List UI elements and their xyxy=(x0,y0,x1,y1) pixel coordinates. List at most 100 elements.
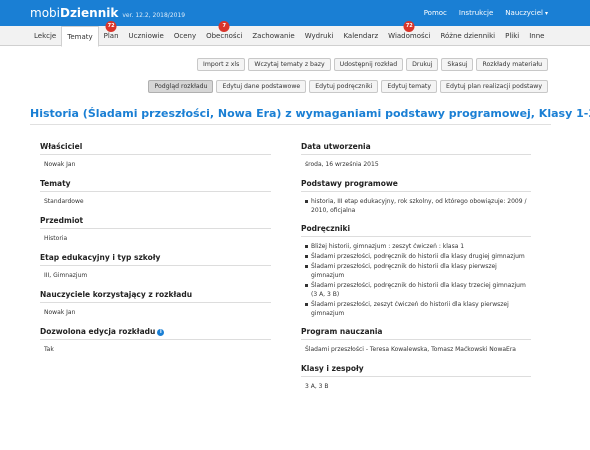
tab-label: Uczniowie xyxy=(128,32,164,40)
tab-plan[interactable]: Plan 72 xyxy=(99,21,124,46)
topics-field: Tematy Standardowe xyxy=(40,179,271,214)
teachers-label: Nauczyciele korzystający z rozkładu xyxy=(40,290,271,303)
info-icon[interactable]: i xyxy=(157,328,165,336)
main-nav: Lekcje Tematy Plan 72 Uczniowie Oceny Obecnośc… xyxy=(0,21,590,47)
stage-value: III, Gimnazjum xyxy=(44,272,88,279)
user-menu-label: Nauczyciel xyxy=(505,9,543,17)
drukuj-button[interactable]: Drukuj xyxy=(406,58,439,71)
created-field: Data utworzenia środa, 16 września 2015 xyxy=(301,142,531,177)
tab-label: Plan xyxy=(103,32,119,40)
tab-list: Lekcje Tematy Plan 72 Uczniowie Oceny Obecnośc… xyxy=(29,21,549,47)
created-value: środa, 16 września 2015 xyxy=(305,161,379,168)
owner-value: Nowak Jan xyxy=(44,161,76,168)
edit-label-row: Dozwolona edycja rozkładu i xyxy=(40,327,271,340)
tab-rozne-dzienniki[interactable]: Różne dzienniki xyxy=(435,26,500,46)
books-label: Podręczniki xyxy=(301,224,531,237)
tab-uczniowie[interactable]: Uczniowie xyxy=(124,26,169,46)
topics-value: Standardowe xyxy=(44,198,84,205)
notification-badge: 72 xyxy=(105,21,117,32)
list-item: historia, III etap edukacyjny, rok szkol… xyxy=(305,197,527,215)
edytuj-dane-podstawowe-button[interactable]: Edytuj dane podstawowe xyxy=(216,80,307,93)
podglad-rozkladu-button[interactable]: Podgląd rozkładu xyxy=(148,80,214,93)
basis-label: Podstawy programowe xyxy=(301,179,531,192)
edytuj-tematy-button[interactable]: Edytuj tematy xyxy=(381,80,438,93)
list-item: Śladami przeszłości, podręcznik do histo… xyxy=(305,281,527,299)
tab-pliki[interactable]: Pliki xyxy=(500,26,524,46)
page-title: Historia (Śladami przeszłości, Nowa Era)… xyxy=(30,107,590,120)
toolbar-view: Podgląd rozkładu Edytuj dane podstawowe Ed… xyxy=(148,80,548,93)
classes-label: Klasy i zespoły xyxy=(301,364,531,377)
stage-label: Etap edukacyjny i typ szkoły xyxy=(40,253,271,266)
tab-wydruki[interactable]: Wydruki xyxy=(300,26,339,46)
program-field: Program nauczania Śladami przeszłości - … xyxy=(301,327,531,362)
program-value: Śladami przeszłości - Teresa Kowalewska,… xyxy=(305,346,516,353)
wczytaj-tematy-z-bazy-button[interactable]: Wczytaj tematy z bazy xyxy=(248,58,331,71)
brand-part2: Dziennik xyxy=(59,6,119,20)
tab-zachowanie[interactable]: Zachowanie xyxy=(247,26,299,46)
user-menu[interactable]: Nauczyciel ▾ xyxy=(505,9,548,17)
tab-label: Wiadomości xyxy=(388,32,431,40)
owner-label: Właściciel xyxy=(40,142,271,155)
tab-lekcje[interactable]: Lekcje xyxy=(29,26,61,46)
title-divider xyxy=(30,124,551,125)
tab-label: Oceny xyxy=(173,32,197,40)
teachers-value: Nowak Jan xyxy=(44,309,76,316)
header-links: Pomoc Instrukcje Nauczyciel ▾ xyxy=(424,9,548,17)
top-header: mobiDziennik ver. 12.2, 2018/2019 Pomoc I… xyxy=(0,0,590,26)
owner-field: Właściciel Nowak Jan xyxy=(40,142,271,177)
list-item: Śladami przeszłości, podręcznik do histo… xyxy=(305,252,527,261)
basis-field: Podstawy programowe historia, III etap e… xyxy=(301,179,531,222)
tab-wiadomosci[interactable]: Wiadomości 72 xyxy=(383,21,435,46)
app-logo[interactable]: mobiDziennik ver. 12.2, 2018/2019 xyxy=(30,6,185,20)
edytuj-podreczniki-button[interactable]: Edytuj podręczniki xyxy=(309,80,379,93)
instructions-link[interactable]: Instrukcje xyxy=(459,9,493,17)
basis-list: historia, III etap edukacyjny, rok szkol… xyxy=(301,192,531,222)
tab-label: Tematy xyxy=(67,33,93,41)
created-label: Data utworzenia xyxy=(301,142,531,155)
caret-down-icon: ▾ xyxy=(544,10,548,17)
tab-label: Zachowanie xyxy=(252,32,295,40)
details-right: Data utworzenia środa, 16 września 2015 … xyxy=(301,142,531,401)
classes-value: 3 A, 3 B xyxy=(305,383,329,390)
tab-tematy[interactable]: Tematy xyxy=(61,26,99,47)
tab-oceny[interactable]: Oceny xyxy=(169,26,201,46)
books-list: Bliżej historii, gimnazjum : zeszyt ćwic… xyxy=(301,237,531,325)
program-label: Program nauczania xyxy=(301,327,531,340)
tab-kalendarz[interactable]: Kalendarz xyxy=(338,26,383,46)
subject-field: Przedmiot Historia xyxy=(40,216,271,251)
topics-label: Tematy xyxy=(40,179,271,192)
help-link[interactable]: Pomoc xyxy=(424,9,447,17)
import-z-xls-button[interactable]: Import z xls xyxy=(197,58,246,71)
tab-label: Lekcje xyxy=(34,32,57,40)
udostepnij-rozklad-button[interactable]: Udostępnij rozkład xyxy=(333,58,404,71)
tab-obecnosci[interactable]: Obecności 7 xyxy=(201,21,247,46)
details-left: Właściciel Nowak Jan Tematy Standardowe … xyxy=(40,142,271,364)
tab-label: Pliki xyxy=(505,32,520,40)
tab-label: Obecności xyxy=(206,32,243,40)
classes-field: Klasy i zespoły 3 A, 3 B xyxy=(301,364,531,399)
tab-label: Wydruki xyxy=(304,32,334,40)
edit-label: Dozwolona edycja rozkładu xyxy=(40,327,156,336)
tab-label: Różne dzienniki xyxy=(440,32,496,40)
list-item: Bliżej historii, gimnazjum : zeszyt ćwic… xyxy=(305,242,527,251)
edit-value: Tak xyxy=(44,346,54,353)
app-version: ver. 12.2, 2018/2019 xyxy=(122,12,186,19)
tab-inne[interactable]: Inne xyxy=(524,26,549,46)
rozklady-materialu-button[interactable]: Rozkłady materiału xyxy=(476,58,548,71)
edit-field: Dozwolona edycja rozkładu i Tak xyxy=(40,327,271,362)
notification-badge: 72 xyxy=(403,21,415,32)
tab-label: Inne xyxy=(529,32,545,40)
subject-label: Przedmiot xyxy=(40,216,271,229)
list-item: Śladami przeszłości, podręcznik do histo… xyxy=(305,262,527,280)
subject-value: Historia xyxy=(44,235,68,242)
list-item: Śladami przeszłości, zeszyt ćwiczeń do h… xyxy=(305,300,527,318)
books-field: Podręczniki Bliżej historii, gimnazjum :… xyxy=(301,224,531,325)
notification-badge: 7 xyxy=(218,21,230,32)
teachers-field: Nauczyciele korzystający z rozkładu Nowa… xyxy=(40,290,271,325)
stage-field: Etap edukacyjny i typ szkoły III, Gimnaz… xyxy=(40,253,271,288)
skasuj-button[interactable]: Skasuj xyxy=(441,58,474,71)
toolbar-top: Import z xls Wczytaj tematy z bazy Udostęp… xyxy=(197,58,548,71)
brand-part1: mobi xyxy=(30,6,60,20)
tab-label: Kalendarz xyxy=(343,32,379,40)
edytuj-plan-realizacji-podstawy-button[interactable]: Edytuj plan realizacji podstawy xyxy=(440,80,548,93)
